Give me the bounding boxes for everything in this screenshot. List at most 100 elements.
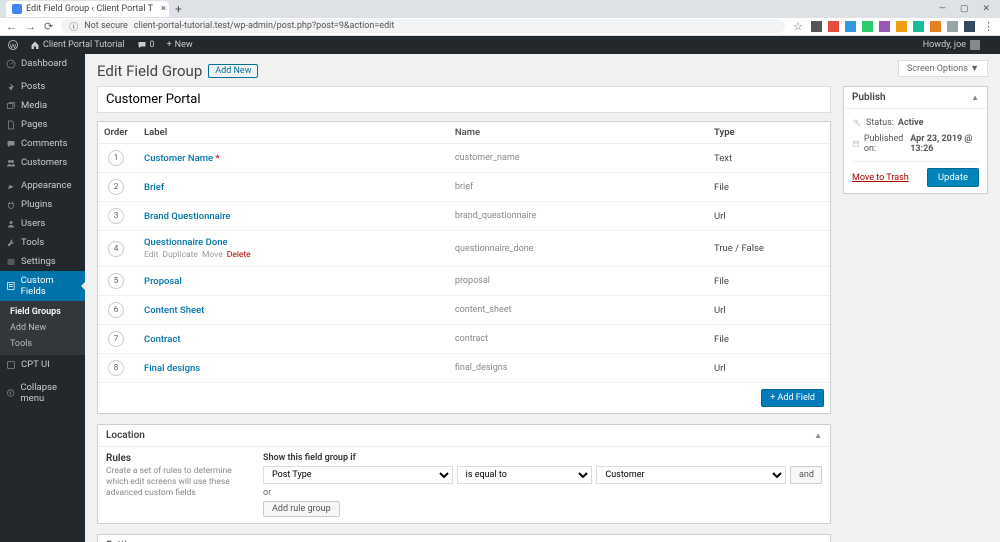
maximize-icon[interactable]: ▢ — [960, 4, 969, 14]
move-to-trash-link[interactable]: Move to Trash — [852, 173, 909, 183]
ext-icon[interactable] — [964, 21, 975, 32]
update-button[interactable]: Update — [927, 168, 979, 187]
window-controls: — ▢ ✕ — [939, 4, 1000, 14]
wordpress-icon — [8, 40, 18, 50]
sidebar-item-posts[interactable]: Posts — [0, 77, 85, 96]
field-row[interactable]: 5ProposalproposalFile — [98, 267, 830, 296]
field-row[interactable]: 3Brand Questionnairebrand_questionnaireU… — [98, 202, 830, 231]
reload-icon[interactable]: ⟳ — [44, 20, 53, 33]
new-link[interactable]: + New — [167, 40, 193, 50]
add-new-button[interactable]: Add New — [208, 64, 258, 78]
calendar-icon — [852, 139, 860, 149]
sidebar-item-pages[interactable]: Pages — [0, 115, 85, 134]
sidebar-item-users[interactable]: Users — [0, 214, 85, 233]
field-row[interactable]: 2BriefbriefFile — [98, 173, 830, 202]
site-link[interactable]: Client Portal Tutorial — [30, 40, 125, 50]
settings-metabox: Settings ▲ — [97, 534, 831, 542]
back-icon[interactable]: ← — [6, 20, 17, 33]
rule-param-select[interactable]: Post Type — [263, 466, 453, 484]
close-icon[interactable]: × — [161, 4, 166, 14]
rule-operator-select[interactable]: is equal to — [457, 466, 593, 484]
sidebar-item-appearance[interactable]: Appearance — [0, 176, 85, 195]
forward-icon[interactable]: → — [25, 20, 36, 33]
comments-link[interactable]: 0 — [137, 40, 155, 50]
screen-options-button[interactable]: Screen Options ▼ — [898, 60, 988, 77]
sidebar-collapse[interactable]: Collapse menu — [0, 378, 85, 408]
sidebar-item-plugins[interactable]: Plugins — [0, 195, 85, 214]
close-window-icon[interactable]: ✕ — [982, 4, 990, 14]
chevron-up-icon[interactable]: ▲ — [971, 93, 979, 102]
sidebar-label: Posts — [21, 81, 45, 92]
sidebar-item-settings[interactable]: Settings — [0, 252, 85, 271]
address-bar[interactable]: ⓘ Not secure client-portal-tutorial.test… — [61, 19, 785, 33]
ext-icon[interactable] — [930, 21, 941, 32]
move-action[interactable]: Move — [202, 250, 223, 260]
duplicate-action[interactable]: Duplicate — [162, 250, 198, 260]
ext-icon[interactable] — [862, 21, 873, 32]
add-field-button[interactable]: + Add Field — [761, 389, 824, 407]
sidebar-label: Users — [21, 218, 45, 229]
ext-icon[interactable] — [913, 21, 924, 32]
field-row[interactable]: 7ContractcontractFile — [98, 325, 830, 354]
ext-icon[interactable] — [896, 21, 907, 32]
edit-action[interactable]: Edit — [144, 250, 158, 260]
order-handle[interactable]: 5 — [108, 273, 124, 289]
field-type: File — [714, 182, 824, 193]
field-row[interactable]: 6Content Sheetcontent_sheetUrl — [98, 296, 830, 325]
sidebar-item-tools[interactable]: Tools — [0, 233, 85, 252]
browser-tab[interactable]: Edit Field Group ‹ Client Portal T × — [6, 1, 169, 17]
and-button[interactable]: and — [790, 466, 822, 484]
order-handle[interactable]: 1 — [108, 150, 124, 166]
chevron-up-icon[interactable]: ▲ — [814, 431, 822, 440]
url-text: client-portal-tutorial.test/wp-admin/pos… — [134, 21, 395, 31]
new-tab-button[interactable]: + — [175, 2, 182, 16]
add-rule-group-button[interactable]: Add rule group — [263, 501, 340, 517]
rules-label: Rules — [106, 453, 251, 464]
sidebar-item-cpt-ui[interactable]: CPT UI — [0, 355, 85, 374]
sidebar-item-comments[interactable]: Comments — [0, 134, 85, 153]
order-handle[interactable]: 4 — [108, 241, 124, 257]
browser-chrome: Edit Field Group ‹ Client Portal T × + —… — [0, 0, 1000, 36]
plugin-icon — [6, 200, 16, 210]
field-label-link[interactable]: Proposal — [144, 276, 182, 287]
order-handle[interactable]: 3 — [108, 208, 124, 224]
ext-icon[interactable] — [845, 21, 856, 32]
menu-icon[interactable]: ⋮ — [983, 20, 994, 33]
ext-icon[interactable] — [828, 21, 839, 32]
sub-item-tools[interactable]: Tools — [0, 336, 85, 352]
field-name: questionnaire_done — [455, 244, 714, 254]
order-handle[interactable]: 8 — [108, 360, 124, 376]
rule-value-select[interactable]: Customer — [596, 466, 786, 484]
security-label: Not secure — [84, 21, 128, 31]
field-label-link[interactable]: Customer Name * — [144, 153, 220, 164]
sub-item-field-groups[interactable]: Field Groups — [0, 304, 85, 320]
ext-icon[interactable] — [879, 21, 890, 32]
sidebar-item-custom-fields[interactable]: Custom Fields — [0, 271, 85, 301]
field-row[interactable]: 8Final designsfinal_designsUrl — [98, 354, 830, 383]
sub-item-add-new[interactable]: Add New — [0, 320, 85, 336]
field-label-link[interactable]: Final designs — [144, 363, 200, 374]
minimize-icon[interactable]: — — [939, 4, 946, 14]
order-handle[interactable]: 2 — [108, 179, 124, 195]
ext-icon[interactable] — [947, 21, 958, 32]
field-label-link[interactable]: Brief — [144, 182, 164, 193]
order-handle[interactable]: 6 — [108, 302, 124, 318]
sidebar-label: Dashboard — [21, 58, 67, 69]
field-row[interactable]: 1Customer Name *customer_nameText — [98, 144, 830, 173]
field-row[interactable]: 4 Questionnaire Done Edit Duplicate Move Dele… — [98, 231, 830, 267]
user-menu[interactable]: Howdy, joe — [923, 40, 980, 50]
sidebar-item-customers[interactable]: Customers — [0, 153, 85, 172]
star-icon[interactable]: ☆ — [793, 20, 803, 33]
sidebar-item-media[interactable]: Media — [0, 96, 85, 115]
delete-action[interactable]: Delete — [227, 250, 251, 260]
field-label-link[interactable]: Content Sheet — [144, 305, 204, 316]
wp-logo[interactable] — [8, 40, 18, 50]
field-label-link[interactable]: Contract — [144, 334, 180, 345]
field-label-link[interactable]: Brand Questionnaire — [144, 211, 231, 222]
ext-icon[interactable] — [811, 21, 822, 32]
group-title-input[interactable] — [97, 86, 831, 113]
sidebar-label: Pages — [21, 119, 47, 130]
sidebar-item-dashboard[interactable]: Dashboard — [0, 54, 85, 73]
order-handle[interactable]: 7 — [108, 331, 124, 347]
field-label-link[interactable]: Questionnaire Done — [144, 237, 228, 248]
